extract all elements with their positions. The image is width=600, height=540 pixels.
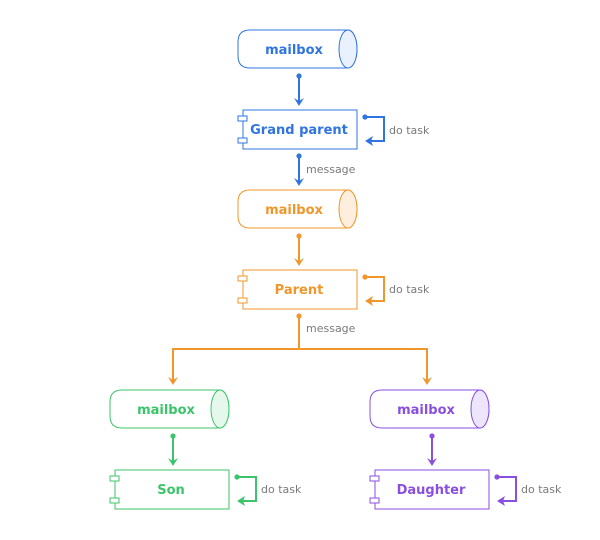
daughter-mailbox-label: mailbox (397, 403, 455, 418)
loop-line (365, 276, 385, 302)
loop-line (237, 476, 257, 502)
do-task-label-parent: do task (389, 283, 430, 296)
cylinder-end (338, 189, 358, 229)
cylinder-end (470, 389, 490, 429)
do-task-label-son: do task (261, 483, 302, 496)
component-port-icon (369, 475, 380, 482)
component-port-icon (109, 475, 120, 482)
son-actor-label: Son (157, 483, 185, 498)
component-port-icon (237, 137, 248, 144)
component-port-icon (237, 297, 248, 304)
loop-line (497, 476, 517, 502)
son-mailbox-label: mailbox (137, 403, 195, 418)
message-label-grandparent: message (306, 163, 356, 176)
loop-line (365, 116, 385, 142)
component-port-icon (237, 115, 248, 122)
do-task-label-daughter: do task (521, 483, 562, 496)
daughter-actor-label: Daughter (397, 483, 466, 498)
message-label-parent: message (306, 322, 356, 335)
do-task-label-grandparent: do task (389, 124, 430, 137)
cylinder-end (210, 389, 230, 429)
grandparent-actor-label: Grand parent (250, 123, 348, 138)
parent-mailbox-label: mailbox (265, 203, 323, 218)
branch-line (173, 316, 427, 350)
parent-actor-label: Parent (275, 283, 324, 298)
cylinder-end (338, 29, 358, 69)
component-port-icon (369, 497, 380, 504)
actor-hierarchy-diagram: mailbox Grand parent mailbox Parent mail… (109, 29, 562, 510)
component-port-icon (109, 497, 120, 504)
component-port-icon (237, 275, 248, 282)
grandparent-mailbox-label: mailbox (265, 43, 323, 58)
